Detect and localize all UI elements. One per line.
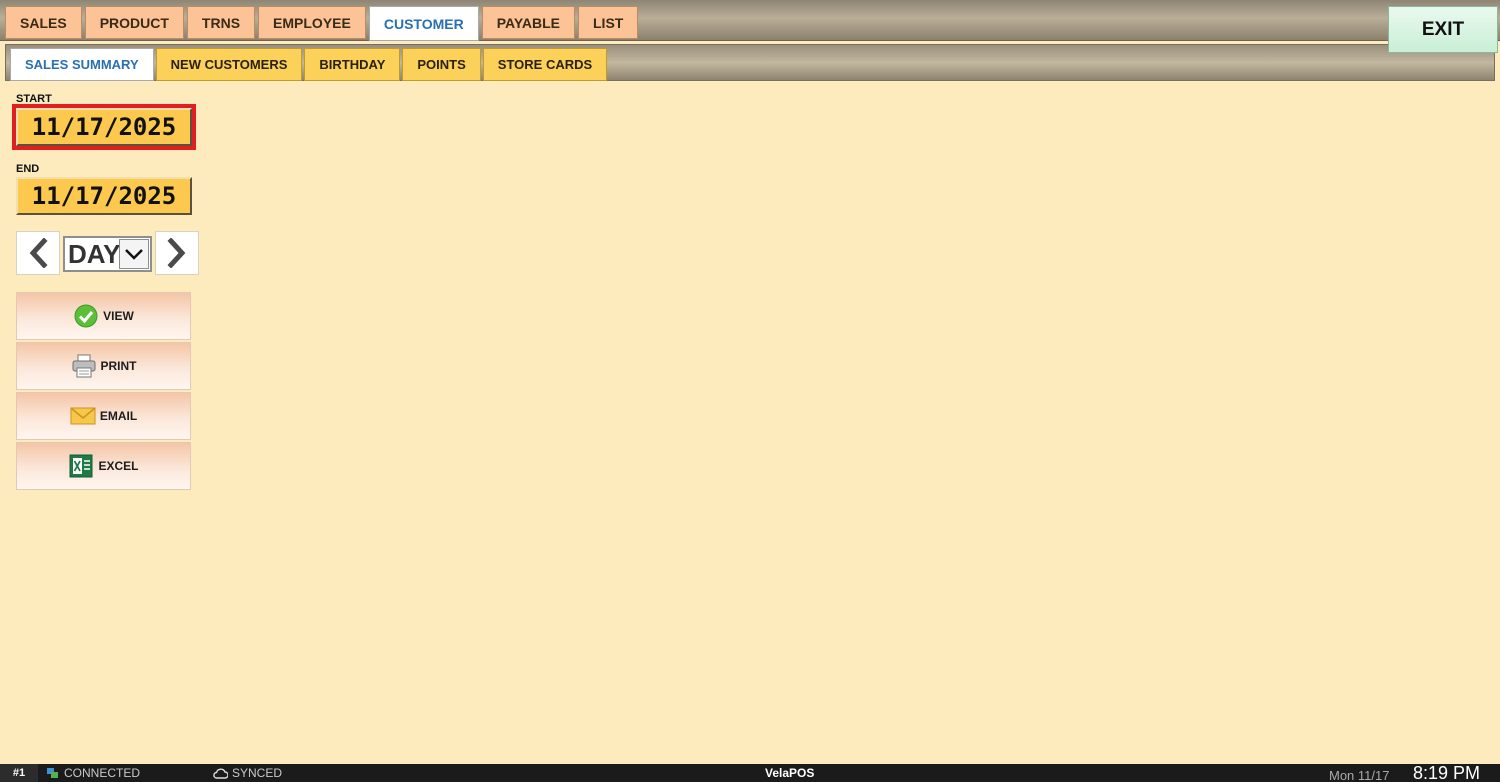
network-icon bbox=[47, 767, 58, 778]
status-time: 8:19 PM bbox=[1413, 762, 1481, 782]
start-date-field[interactable]: 11/17/2025 bbox=[12, 104, 196, 150]
tab-payable[interactable]: PAYABLE bbox=[481, 6, 575, 39]
connection-text: CONNECTED bbox=[64, 766, 141, 780]
view-label: VIEW bbox=[103, 309, 134, 323]
period-select[interactable]: DAY bbox=[63, 236, 152, 272]
subtab-birthday[interactable]: BIRTHDAY bbox=[304, 48, 401, 81]
chevron-left-icon bbox=[29, 238, 48, 268]
email-button[interactable]: EMAIL bbox=[16, 392, 191, 440]
main-tab-bar: SALES PRODUCT TRNS EMPLOYEE CUSTOMER PAY… bbox=[0, 0, 1500, 41]
tab-employee[interactable]: EMPLOYEE bbox=[258, 6, 366, 39]
connection-status: CONNECTED bbox=[46, 764, 140, 782]
status-bar: #1 CONNECTED SYNCED Vela POS Mon 11/17 8:… bbox=[0, 762, 1500, 782]
subtab-sales-summary[interactable]: SALES SUMMARY bbox=[10, 48, 154, 81]
end-date-label: END bbox=[16, 163, 40, 175]
period-value: DAY bbox=[68, 238, 120, 269]
tab-customer[interactable]: CUSTOMER bbox=[368, 6, 479, 41]
sync-status: SYNCED bbox=[212, 764, 282, 782]
email-label: EMAIL bbox=[99, 409, 138, 423]
station-badge: #1 bbox=[0, 764, 38, 782]
sync-text: SYNCED bbox=[232, 766, 283, 780]
subtab-points[interactable]: POINTS bbox=[402, 48, 481, 81]
subtab-store-cards[interactable]: STORE CARDS bbox=[482, 48, 608, 81]
tab-product[interactable]: PRODUCT bbox=[84, 6, 184, 39]
next-period-button[interactable] bbox=[155, 231, 199, 275]
view-button[interactable]: VIEW bbox=[16, 292, 191, 340]
tab-sales[interactable]: SALES bbox=[5, 6, 82, 39]
brand-logo: Vela POS bbox=[765, 766, 815, 780]
status-date: Mon 11/17 bbox=[1329, 767, 1390, 782]
sub-tab-bar: SALES SUMMARY NEW CUSTOMERS BIRTHDAY POI… bbox=[5, 44, 1495, 81]
subtab-new-customers[interactable]: NEW CUSTOMERS bbox=[155, 48, 303, 81]
check-icon bbox=[73, 304, 99, 328]
printer-icon bbox=[71, 354, 97, 378]
excel-icon bbox=[68, 454, 94, 478]
sub-tabs: SALES SUMMARY NEW CUSTOMERS BIRTHDAY POI… bbox=[10, 48, 608, 81]
tab-list[interactable]: LIST bbox=[578, 6, 639, 39]
print-label: PRINT bbox=[100, 359, 137, 373]
tab-trns[interactable]: TRNS bbox=[186, 6, 256, 39]
previous-period-button[interactable] bbox=[16, 231, 60, 275]
chevron-right-icon bbox=[167, 238, 186, 268]
start-date-label: START bbox=[16, 93, 52, 105]
print-button[interactable]: PRINT bbox=[16, 342, 191, 390]
excel-button[interactable]: EXCEL bbox=[16, 442, 191, 490]
envelope-icon bbox=[70, 404, 96, 428]
chevron-down-icon bbox=[119, 239, 149, 269]
cloud-icon bbox=[213, 768, 228, 779]
exit-button[interactable]: EXIT bbox=[1388, 6, 1498, 53]
main-tabs: SALES PRODUCT TRNS EMPLOYEE CUSTOMER PAY… bbox=[5, 6, 639, 41]
end-date-field[interactable]: 11/17/2025 bbox=[16, 177, 192, 215]
excel-label: EXCEL bbox=[98, 459, 139, 473]
